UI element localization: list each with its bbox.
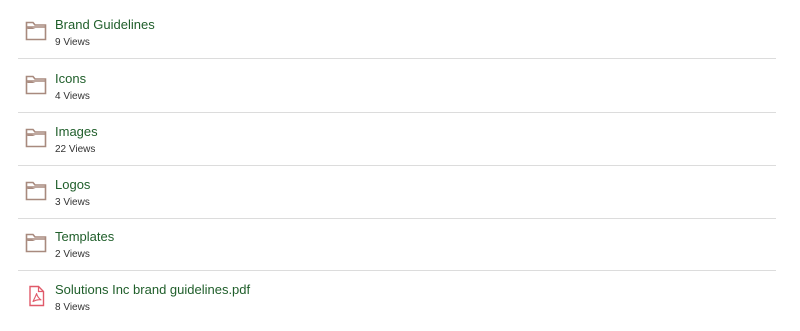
item-title[interactable]: Solutions Inc brand guidelines.pdf [55,282,250,297]
item-views: 8 Views [55,302,90,313]
folder-icon [25,232,47,254]
item-views: 3 Views [55,197,90,208]
list-item-brand-guidelines-pdf[interactable]: Solutions Inc brand guidelines.pdf 8 Vie… [18,271,776,324]
item-views: 22 Views [55,144,96,155]
pdf-icon [25,285,47,307]
item-views: 9 Views [55,37,90,48]
item-title[interactable]: Images [55,124,98,139]
item-title[interactable]: Logos [55,177,90,192]
asset-list: Brand Guidelines 9 Views Icons 4 Views I… [0,0,800,331]
item-title[interactable]: Icons [55,71,86,86]
folder-icon [25,20,47,42]
list-item-templates[interactable]: Templates 2 Views [18,218,776,271]
folder-icon [25,127,47,149]
list-item-brand-guidelines[interactable]: Brand Guidelines 9 Views [18,6,776,59]
item-title[interactable]: Templates [55,229,114,244]
item-title[interactable]: Brand Guidelines [55,17,155,32]
item-views: 4 Views [55,91,90,102]
list-item-images[interactable]: Images 22 Views [18,113,776,166]
item-views: 2 Views [55,249,90,260]
list-item-icons[interactable]: Icons 4 Views [18,60,776,113]
folder-icon [25,180,47,202]
list-item-logos[interactable]: Logos 3 Views [18,166,776,219]
folder-icon [25,74,47,96]
